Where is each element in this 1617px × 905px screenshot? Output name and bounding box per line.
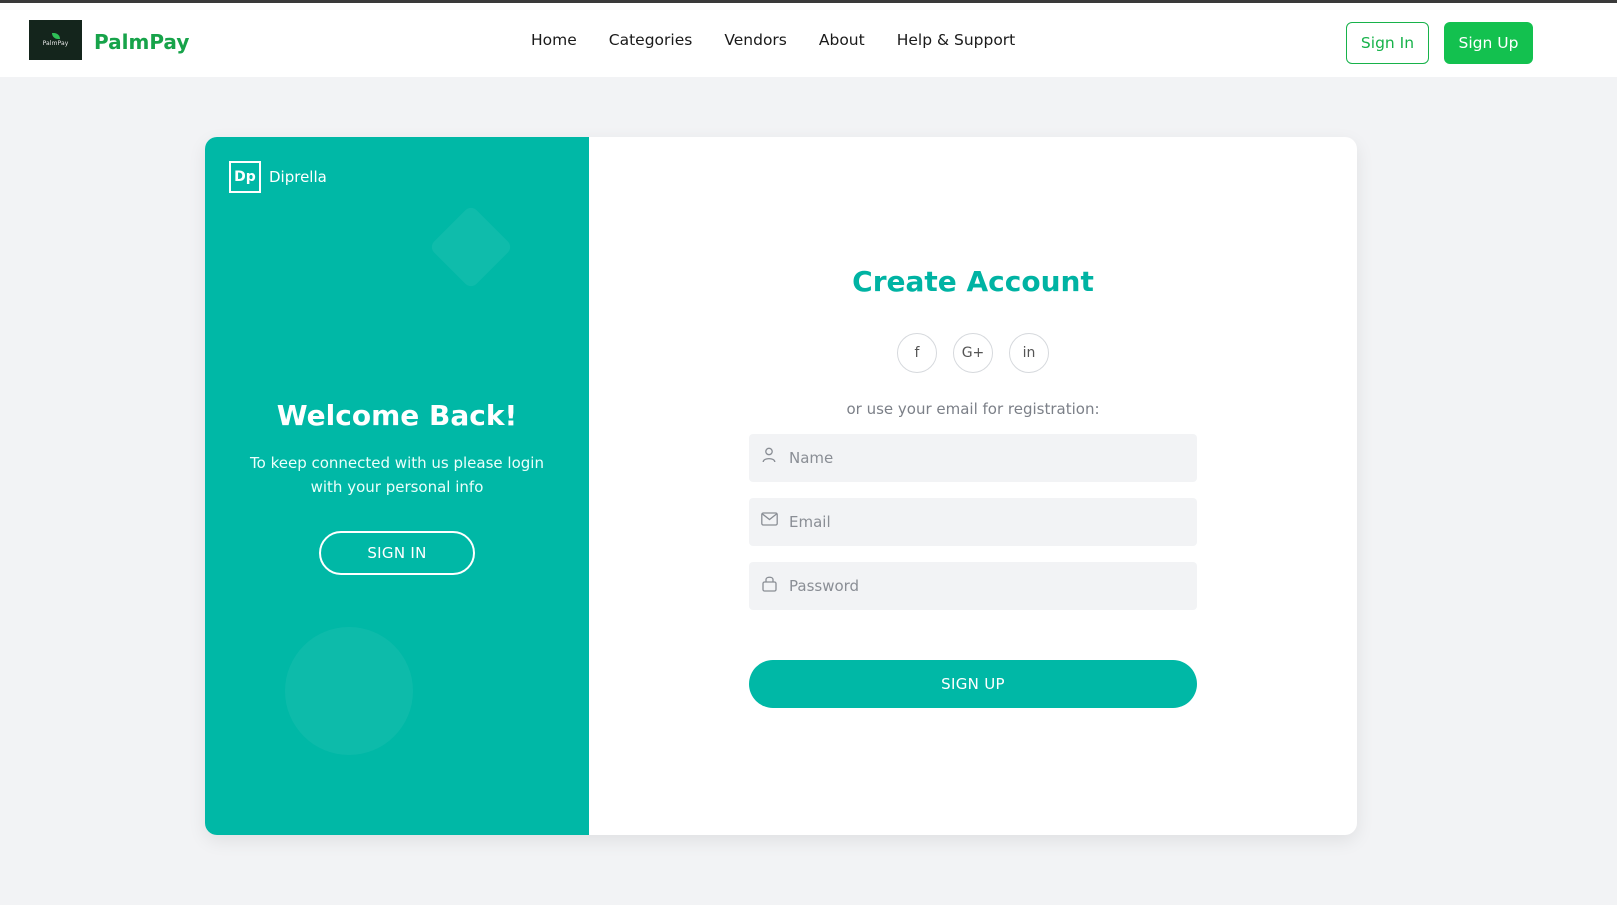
- welcome-message: To keep connected with us please login w…: [250, 454, 544, 496]
- header-sign-in-button[interactable]: Sign In: [1346, 22, 1429, 64]
- main-nav: Home Categories Vendors About Help & Sup…: [531, 31, 1047, 49]
- google-plus-icon[interactable]: G+: [953, 333, 993, 373]
- mail-icon: [749, 512, 789, 526]
- diprella-brand-name: Diprella: [269, 168, 327, 186]
- password-input[interactable]: [789, 577, 1179, 595]
- welcome-panel: Dp Diprella Welcome Back! To keep connec…: [205, 137, 589, 835]
- registration-divider-text: or use your email for registration:: [846, 400, 1100, 418]
- name-input[interactable]: [789, 449, 1179, 467]
- nav-about[interactable]: About: [819, 31, 865, 49]
- header-sign-up-button[interactable]: Sign Up: [1444, 22, 1533, 64]
- site-header: PalmPay PalmPay Home Categories Vendors …: [0, 3, 1617, 77]
- user-icon: [749, 447, 789, 463]
- welcome-title: Welcome Back!: [276, 399, 518, 432]
- email-input[interactable]: [789, 513, 1179, 531]
- nav-vendors[interactable]: Vendors: [724, 31, 787, 49]
- sign-up-submit-button[interactable]: SIGN UP: [749, 660, 1197, 708]
- diprella-badge: Dp: [229, 161, 261, 193]
- signup-panel: Create Account f G+ in or use your email…: [589, 137, 1357, 835]
- lock-icon: [749, 575, 789, 592]
- nav-home[interactable]: Home: [531, 31, 577, 49]
- email-field[interactable]: [749, 498, 1197, 546]
- nav-categories[interactable]: Categories: [609, 31, 693, 49]
- brand-name[interactable]: PalmPay: [94, 30, 189, 54]
- nav-help-support[interactable]: Help & Support: [897, 31, 1016, 49]
- panel-sign-in-button[interactable]: SIGN IN: [319, 531, 475, 575]
- logo-text: PalmPay: [42, 40, 69, 47]
- auth-card: Dp Diprella Welcome Back! To keep connec…: [205, 137, 1357, 835]
- decorative-diamond: [428, 204, 514, 290]
- name-field[interactable]: [749, 434, 1197, 482]
- create-account-title: Create Account: [852, 265, 1094, 298]
- decorative-circle: [285, 627, 413, 755]
- palmpay-logo[interactable]: PalmPay: [29, 20, 82, 60]
- social-login-row: f G+ in: [897, 333, 1049, 373]
- facebook-icon[interactable]: f: [897, 333, 937, 373]
- password-field[interactable]: [749, 562, 1197, 610]
- leaf-icon: [51, 33, 60, 39]
- linkedin-icon[interactable]: in: [1009, 333, 1049, 373]
